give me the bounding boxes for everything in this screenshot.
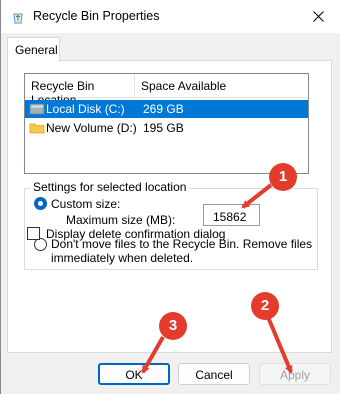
annotation-badge-3: 3 [159, 312, 187, 340]
max-size-input[interactable] [203, 204, 260, 226]
settings-group-label: Settings for selected location [30, 180, 190, 194]
list-item-local-disk[interactable]: Local Disk (C:) 269 GB [25, 100, 308, 118]
list-item-space: 195 GB [143, 121, 184, 135]
recycle-bin-location-list[interactable]: Recycle Bin Location Space Available Loc… [24, 73, 309, 174]
close-icon [312, 11, 324, 22]
tab-strip: General [1, 33, 340, 62]
recycle-bin-icon [11, 10, 25, 24]
annotation-badge-1: 1 [269, 163, 297, 191]
delete-confirmation-checkbox[interactable] [27, 227, 40, 240]
general-panel: Recycle Bin Location Space Available Loc… [7, 60, 332, 353]
custom-size-radio[interactable] [34, 197, 47, 210]
local-disk-icon [29, 102, 45, 116]
folder-drive-icon [29, 121, 45, 135]
delete-confirmation-label: Display delete confirmation dialog [46, 227, 226, 241]
ok-button[interactable]: OK [98, 363, 170, 385]
title-bar: Recycle Bin Properties [1, 0, 340, 33]
annotation-badge-2: 2 [251, 292, 279, 320]
properties-dialog: Recycle Bin Properties General Recycle B… [0, 0, 340, 394]
dont-move-label-line2: immediately when deleted. [51, 251, 194, 265]
close-button[interactable] [295, 0, 340, 33]
apply-button[interactable]: Apply [259, 363, 331, 385]
list-header: Recycle Bin Location Space Available [25, 74, 308, 107]
list-item-name: Local Disk (C:) [46, 102, 125, 116]
list-item-name: New Volume (D:) [46, 121, 137, 135]
column-header-location[interactable]: Recycle Bin Location [25, 74, 135, 107]
list-item-new-volume[interactable]: New Volume (D:) 195 GB [25, 119, 308, 137]
column-header-space[interactable]: Space Available [135, 74, 308, 98]
custom-size-label: Custom size: [51, 197, 121, 211]
cancel-button[interactable]: Cancel [178, 363, 250, 385]
tab-general[interactable]: General [7, 37, 60, 62]
list-item-space: 269 GB [143, 102, 184, 116]
max-size-label: Maximum size (MB): [66, 213, 176, 227]
window-title: Recycle Bin Properties [33, 9, 160, 23]
